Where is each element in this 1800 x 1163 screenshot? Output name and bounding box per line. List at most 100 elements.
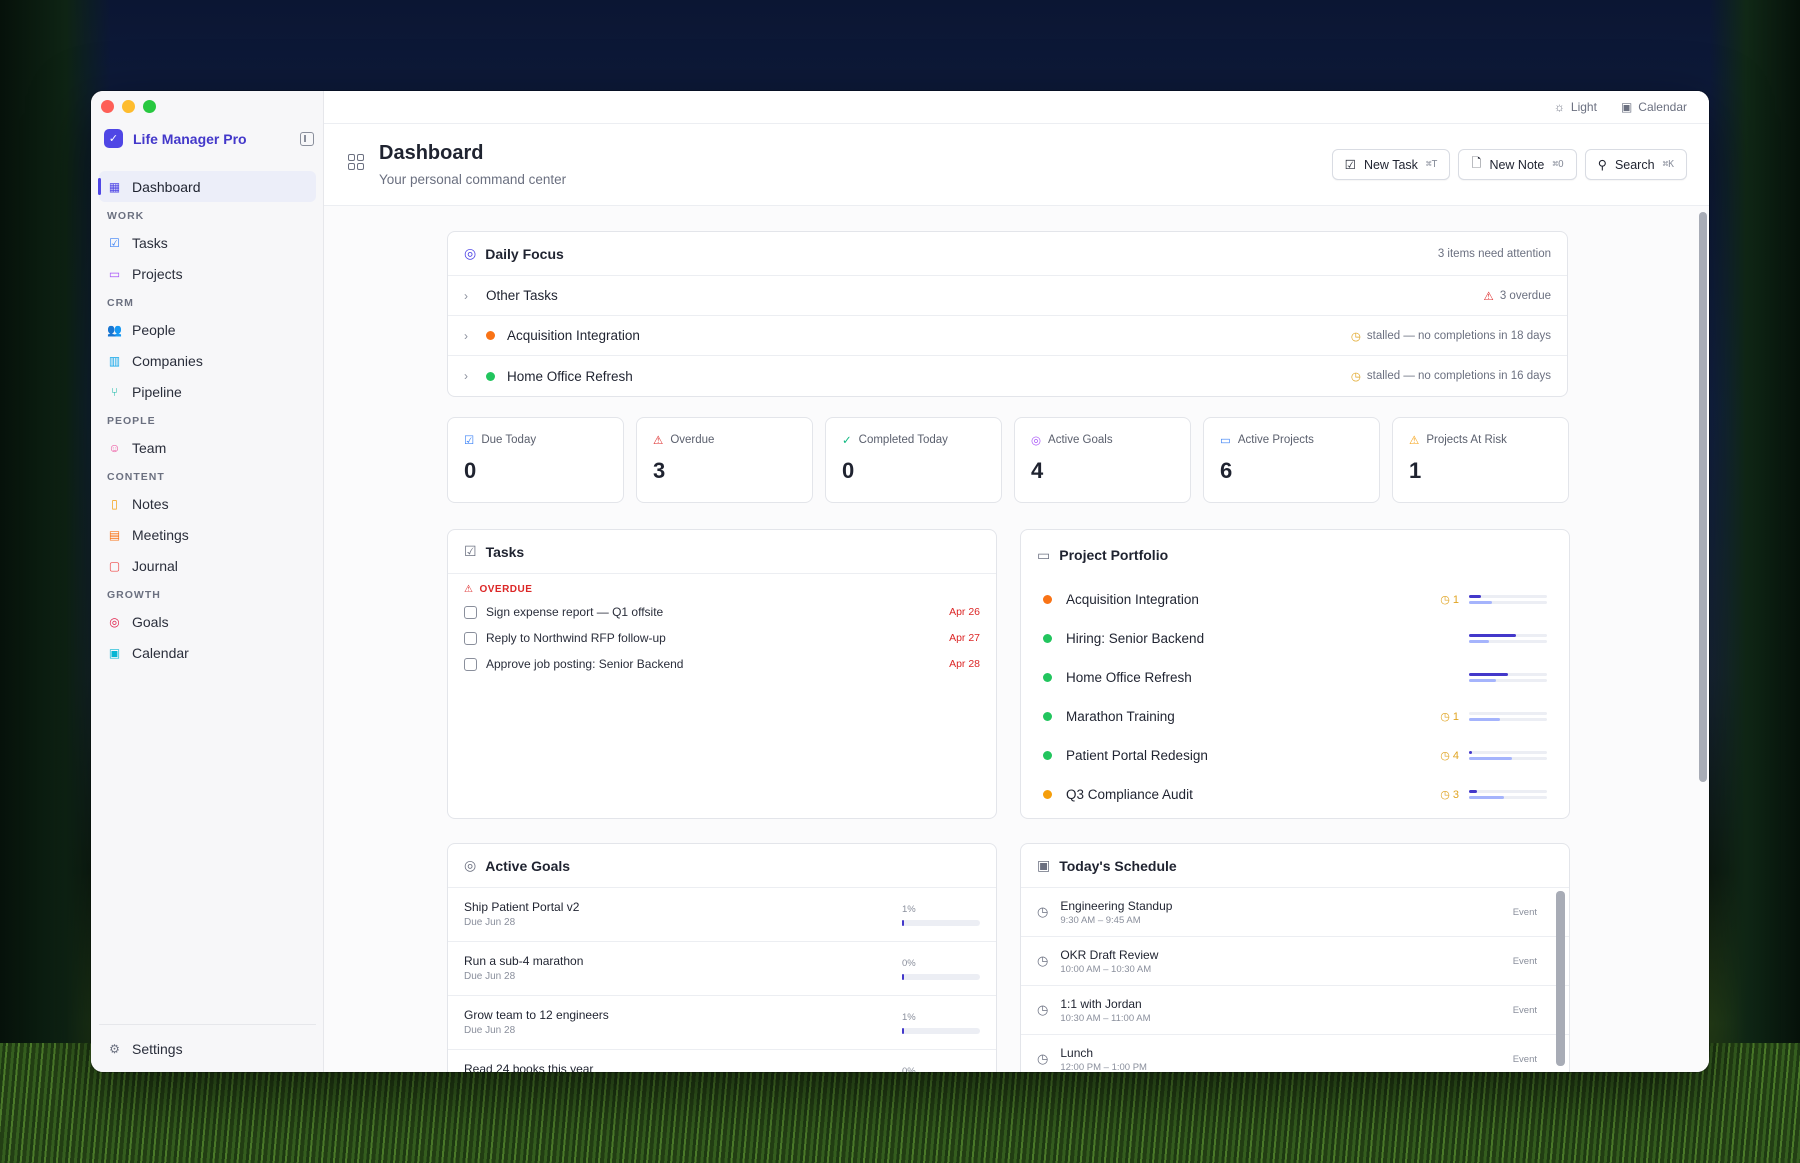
daily-focus-title: Daily Focus [485,245,564,262]
focus-row[interactable]: › Home Office Refresh ◷ stalled — no comple… [448,356,1567,396]
goal-row[interactable]: Read 24 books this year 0% [448,1050,996,1072]
chevron-right-icon[interactable]: › [464,369,474,383]
main-scrollbar[interactable] [1699,212,1707,782]
event-type-tag: Event [1512,1004,1537,1016]
event-name: OKR Draft Review [1060,947,1159,962]
event-time: 9:30 AM – 9:45 AM [1060,914,1141,926]
project-row[interactable]: Patient Portal Redesign ◷ 4 [1021,736,1569,775]
wallpaper-trees-right [1710,0,1800,1163]
chevron-right-icon[interactable]: › [464,289,474,303]
project-row[interactable]: Acquisition Integration ◷ 1 [1021,580,1569,619]
sidebar-item-journal[interactable]: ▢ Journal [99,550,316,581]
status-dot [486,331,495,340]
stat-value: 3 [653,458,666,483]
stat-label-group: ⚠ Projects At Risk [1409,433,1507,447]
progress-track [1469,796,1547,799]
project-row[interactable]: Marathon Training ◷ 1 [1021,697,1569,736]
project-name: Marathon Training [1066,709,1175,724]
sidebar-item-settings[interactable]: ⚙ Settings [99,1033,316,1064]
goal-row[interactable]: Ship Patient Portal v2 Due Jun 28 1% [448,888,996,942]
project-row[interactable]: Home Office Refresh [1021,658,1569,697]
task-row[interactable]: Reply to Northwind RFP follow-up Apr 27 [448,625,996,651]
goal-row[interactable]: Run a sub-4 marathon Due Jun 28 0% [448,942,996,996]
event-type-tag: Event [1512,1053,1537,1065]
project-stalled-count: 1 [1452,594,1459,606]
collapse-sidebar-icon[interactable] [300,131,314,146]
project-name: Acquisition Integration [1066,592,1199,607]
project-row[interactable]: Hiring: Senior Backend [1021,619,1569,658]
stat-card[interactable]: ✓ Completed Today 0 [825,417,1002,503]
minimize-window-button[interactable] [122,100,135,113]
task-checkbox[interactable] [464,605,477,619]
stat-card[interactable]: ☑ Due Today 0 [447,417,624,503]
project-name: Hiring: Senior Backend [1066,631,1205,646]
sidebar-item-meetings[interactable]: ▤ Meetings [99,519,316,550]
git-branch-icon: ⑂ [110,384,119,399]
sidebar-item-people[interactable]: 👥 People [99,314,316,345]
goal-progress-fill [902,1028,904,1034]
project-status-dot [1043,634,1052,643]
goal-progress-fill [902,920,904,926]
progress-fill [1469,796,1505,799]
new-note-button[interactable]: 🗋 New Note ⌘O [1458,149,1577,180]
focus-row-status-text: stalled — no completions in 18 days [1366,329,1551,342]
calendar-label: Calendar [1638,100,1687,114]
goal-row[interactable]: Grow team to 12 engineers Due Jun 28 1% [448,996,996,1050]
goals-title: Active Goals [485,857,571,874]
chevron-right-icon[interactable]: › [464,329,474,343]
task-due-date: Apr 28 [949,658,980,670]
dashboard-content: ◎ Daily Focus 3 items need attention › Ot… [324,207,1709,1072]
sidebar-item-calendar[interactable]: ▣ Calendar [99,637,316,668]
task-row[interactable]: Approve job posting: Senior Backend Apr 2… [448,651,996,677]
event-row[interactable]: ◷ OKR Draft Review 10:00 AM – 10:30 AM Even… [1021,937,1569,986]
project-meta [1435,670,1547,685]
new-task-button[interactable]: ☑ New Task ⌘T [1331,149,1451,180]
sidebar-item-companies[interactable]: ▥ Companies [99,345,316,376]
event-list: ◷ Engineering Standup 9:30 AM – 9:45 AM Eve… [1021,888,1569,1072]
stat-card[interactable]: ⚠ Overdue 3 [636,417,813,503]
event-row[interactable]: ◷ Engineering Standup 9:30 AM – 9:45 AM Eve… [1021,888,1569,937]
stat-label-group: ☑ Due Today [464,433,536,447]
folder-icon: ▭ [1220,435,1231,447]
main-scrollbar-thumb[interactable] [1699,212,1707,782]
event-row[interactable]: ◷ 1:1 with Jordan 10:30 AM – 11:00 AM Event [1021,986,1569,1035]
sidebar-item-pipeline[interactable]: ⑂ Pipeline [99,376,316,407]
sidebar-item-label: Dashboard [132,178,201,195]
task-checkbox[interactable] [464,631,477,645]
sidebar-item-projects[interactable]: ▭ Projects [99,258,316,289]
event-type-tag: Event [1512,955,1537,967]
task-checkbox[interactable] [464,657,477,671]
focus-row[interactable]: › Acquisition Integration ◷ stalled — no co… [448,316,1567,356]
search-button[interactable]: ⚲ Search ⌘K [1584,149,1687,180]
building-icon: ▥ [108,353,121,368]
project-progress [1469,592,1547,607]
zoom-window-button[interactable] [143,100,156,113]
focus-row[interactable]: › Other Tasks ⚠ 3 overdue [448,276,1567,316]
project-stalled-indicator: ◷ 1 [1435,710,1459,723]
event-row[interactable]: ◷ Lunch 12:00 PM – 1:00 PM Event [1021,1035,1569,1073]
event-name: 1:1 with Jordan [1060,996,1142,1011]
progress-track [1469,601,1547,604]
event-info: Lunch 12:00 PM – 1:00 PM [1060,1046,1147,1073]
stat-card[interactable]: ◎ Active Goals 4 [1014,417,1191,503]
schedule-scrollbar[interactable] [1556,891,1565,1066]
user-icon: ☺ [108,440,121,455]
theme-toggle[interactable]: ☼ Light [1554,100,1597,114]
task-row[interactable]: Sign expense report — Q1 offsite Apr 26 [448,599,996,625]
project-meta: ◷ 4 [1435,748,1547,763]
stat-card[interactable]: ▭ Active Projects 6 [1203,417,1380,503]
goal-progress-fill [902,974,904,980]
project-row[interactable]: Q3 Compliance Audit ◷ 3 [1021,775,1569,814]
close-window-button[interactable] [101,100,114,113]
calendar-link[interactable]: ▣ Calendar [1621,100,1687,114]
portfolio-title: Project Portfolio [1059,547,1169,563]
sidebar-item-team[interactable]: ☺ Team [99,432,316,463]
event-time: 12:00 PM – 1:00 PM [1060,1061,1147,1073]
progress-fill [1469,790,1477,793]
sidebar-item-notes[interactable]: ▯ Notes [99,488,316,519]
sidebar-item-dashboard[interactable]: ▦ Dashboard [98,171,316,202]
calendar-icon: ▣ [1620,100,1633,114]
sidebar-item-tasks[interactable]: ☑ Tasks [99,227,316,258]
stat-card[interactable]: ⚠ Projects At Risk 1 [1392,417,1569,503]
sidebar-item-goals[interactable]: ◎ Goals [99,606,316,637]
